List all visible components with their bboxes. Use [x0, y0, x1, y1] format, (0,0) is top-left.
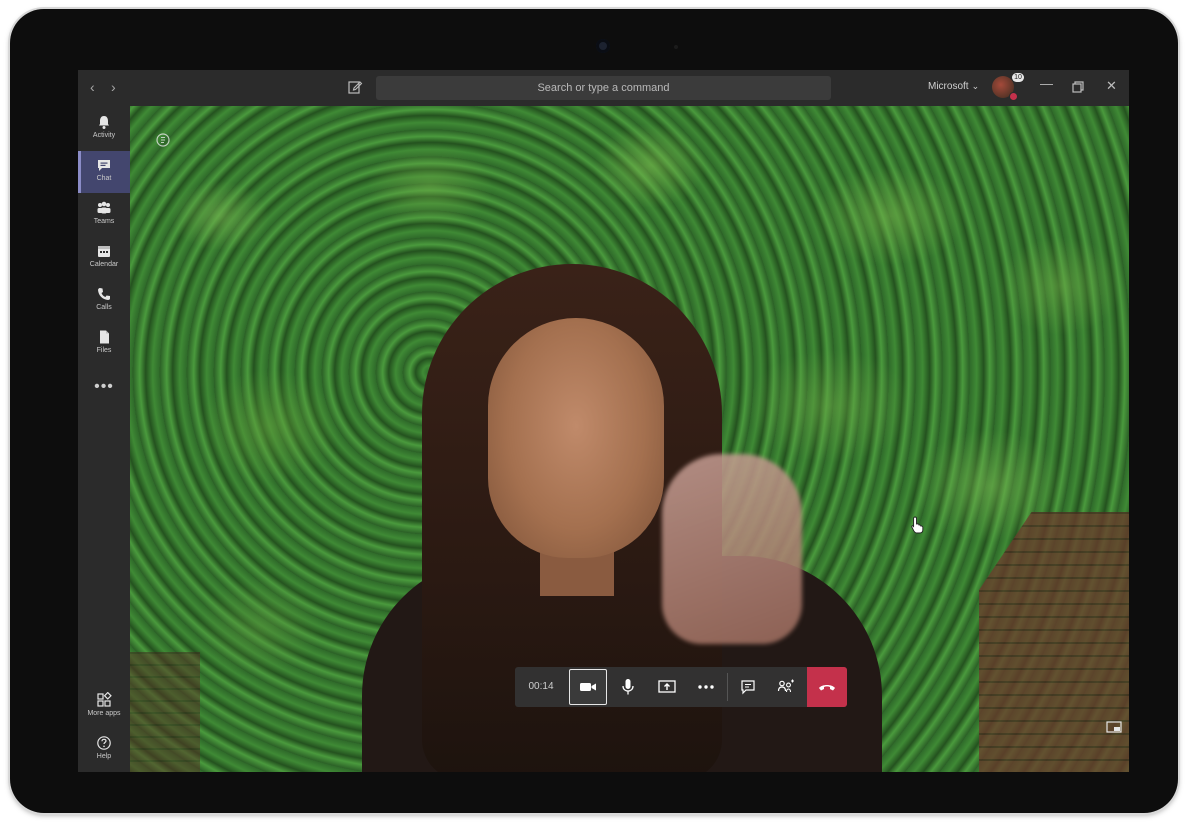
app-rail: Activity Chat Teams Calendar Calls Files… [78, 106, 130, 772]
teams-window: ‹ › Search or type a command Microsoft ⌄ … [78, 70, 1129, 772]
chevron-down-icon: ⌄ [971, 81, 980, 91]
camera-icon [580, 683, 596, 691]
notification-badge: 10 [1012, 73, 1024, 82]
hang-up-button[interactable] [807, 667, 847, 707]
minimize-icon[interactable]: — [1040, 76, 1053, 91]
org-name: Microsoft [928, 81, 969, 92]
light-sensor [674, 45, 678, 49]
apps-icon [97, 692, 112, 707]
hang-up-icon [819, 685, 835, 691]
more-options-button[interactable]: ••• [78, 378, 130, 396]
participant-hand [662, 454, 802, 644]
rail-item-more-apps[interactable]: More apps [78, 686, 130, 728]
pop-out-video-icon[interactable] [1106, 721, 1122, 735]
rail-item-calendar[interactable]: Calendar [78, 237, 130, 279]
call-timer: 00:14 [528, 681, 554, 692]
camera-button[interactable] [569, 669, 607, 705]
rail-label: Calendar [89, 261, 119, 268]
share-screen-icon [658, 680, 676, 693]
compose-icon[interactable] [347, 79, 363, 95]
video-stage: 00:14 [130, 106, 1129, 772]
rail-item-teams[interactable]: Teams [78, 194, 130, 236]
microphone-button[interactable] [609, 667, 647, 707]
brick-wall-background [130, 652, 200, 772]
more-options-button[interactable] [687, 667, 725, 707]
file-icon [100, 330, 109, 344]
back-button[interactable]: ‹ [90, 79, 95, 95]
rail-item-help[interactable]: Help [78, 729, 130, 771]
chat-icon [98, 160, 110, 171]
tablet-device: ‹ › Search or type a command Microsoft ⌄ … [10, 9, 1178, 813]
help-icon [97, 736, 111, 750]
rail-label: Teams [93, 218, 115, 225]
front-camera [596, 39, 610, 53]
hand-cursor-icon [911, 516, 924, 534]
more-options-icon [698, 685, 714, 689]
microphone-icon [622, 679, 634, 695]
rail-label: Files [96, 347, 112, 354]
rail-label: Chat [96, 175, 112, 182]
rail-label: Calls [96, 304, 112, 311]
bell-icon [99, 116, 109, 129]
rail-item-activity[interactable]: Activity [78, 108, 130, 150]
rail-item-chat[interactable]: Chat [78, 151, 130, 193]
rail-item-calls[interactable]: Calls [78, 280, 130, 322]
share-screen-button[interactable] [648, 667, 686, 707]
search-input[interactable]: Search or type a command [376, 76, 831, 100]
close-icon[interactable]: ✕ [1106, 78, 1117, 94]
rail-label: More apps [87, 710, 121, 717]
teams-icon [97, 201, 111, 214]
chat-icon [741, 680, 755, 695]
maximize-icon[interactable] [1072, 81, 1084, 93]
status-indicator [1009, 92, 1018, 101]
call-info-icon[interactable] [155, 132, 171, 148]
show-conversation-button[interactable] [729, 667, 767, 707]
forward-button[interactable]: › [111, 79, 116, 95]
call-controls-bar: 00:14 [515, 667, 847, 707]
participant-face [488, 318, 664, 558]
participants-icon [777, 679, 794, 693]
rail-label: Help [96, 753, 112, 760]
rail-label: Activity [92, 132, 116, 139]
divider [727, 673, 728, 701]
org-switcher[interactable]: Microsoft ⌄ [928, 81, 979, 92]
rail-item-files[interactable]: Files [78, 323, 130, 365]
phone-icon [98, 288, 110, 300]
calendar-icon [98, 246, 110, 257]
title-bar: ‹ › Search or type a command Microsoft ⌄ … [78, 70, 1129, 106]
show-participants-button[interactable] [767, 667, 805, 707]
